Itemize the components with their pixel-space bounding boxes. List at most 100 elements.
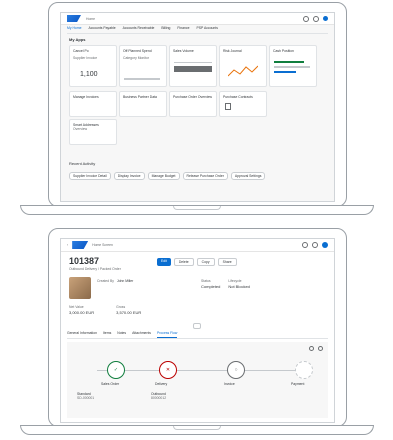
flow-connector-line [97,370,298,371]
flow-node-label: Payment [291,382,305,386]
amount-label: Net Value [69,305,84,309]
recent-chip[interactable]: Manage Budget [147,172,180,180]
shell-bar: ‹ Home Screen [61,239,334,252]
amount-block: Net Value 3,000.00 EUR Gross 3,570.00 EU… [69,305,141,315]
back-icon[interactable]: ‹ [67,243,68,247]
tile-title: Cancel Po [73,49,89,53]
tile-purchase-contracts[interactable]: Purchase Contracts [219,91,267,117]
zoom-in-icon[interactable] [309,346,314,351]
tab-finance[interactable]: Finance [177,26,189,33]
recent-title: Recent Activity [69,161,96,166]
copy-button[interactable]: Copy [196,258,215,266]
launchpad-screen: Home My Home Accounts Payable Accounts R… [60,12,335,202]
section-title: My Apps [69,37,86,42]
avatar[interactable] [322,242,328,248]
lifecycle-value: Not Blocked [228,284,250,289]
tile-off-planned-spend[interactable]: Off Planned Spend Category Monitor [119,45,167,87]
tile-bullet-gray [274,66,310,68]
tile-cancel-po[interactable]: Cancel Po Supplier Invoice 1,100 [69,45,117,87]
recent-chip[interactable]: Approval Settings [230,172,266,180]
flow-node-neutral[interactable]: ○ [227,361,245,379]
tile-value: 1,100 [80,71,98,78]
laptop-base [20,205,374,215]
object-id: 101387 [69,256,100,266]
avatar[interactable] [323,16,328,21]
fact-label: Created By [97,279,114,283]
shell-title: Home [86,16,96,21]
tab-accounts-receivable[interactable]: Accounts Receivable [123,26,155,33]
tile-bar-chart [174,66,212,72]
tile-title: Purchase Contracts [223,95,253,99]
tab-accounts-payable[interactable]: Accounts Payable [89,26,116,33]
tab-general-information[interactable]: General Information [67,331,97,338]
tile-sales-volume[interactable]: Sales Volume [169,45,217,87]
flow-document[interactable]: Standard SD-000001 [77,392,94,400]
tile-purchase-order-overview[interactable]: Purchase Order Overview [169,91,217,117]
flow-node-label: Sales Order [101,382,120,386]
flow-document-sub: 80000012 [151,396,167,400]
bell-icon[interactable] [312,242,318,248]
fact-value: John Miller [116,279,134,283]
flow-document[interactable]: Outbound 80000012 [151,392,166,400]
amount-value: 3,570.00 EUR [116,310,142,315]
recent-chip[interactable]: Display Invoice [113,172,145,180]
fact-label: Lifecycle [228,279,242,283]
share-button[interactable]: Share [217,258,237,266]
nav-tabs: My Home Accounts Payable Accounts Receiv… [67,26,328,34]
sap-logo[interactable] [67,15,81,22]
tile-bullet-green [274,61,304,63]
tile-title: Business Partner Data [123,95,157,99]
tab-items[interactable]: Items [103,331,111,338]
tab-attachments[interactable]: Attachments [132,331,151,338]
delete-button[interactable]: Delete [173,258,194,266]
tile-manage-invoices[interactable]: Manage Invoices [69,91,117,117]
object-image [69,277,91,299]
tile-smart-addresses[interactable]: Smart Addresses Overview [69,119,117,145]
tab-process-flow[interactable]: Process Flow [156,331,178,338]
process-flow-panel: ✓ Sales Order ✕ Delivery ○ Invoice Payme… [67,342,328,418]
tile-business-partner-data[interactable]: Business Partner Data [119,91,167,117]
document-icon [225,103,231,110]
laptop-base [20,425,374,435]
amount-value: 3,000.00 EUR [69,310,95,315]
flow-node-label: Delivery [155,382,168,386]
flow-node-pending[interactable] [295,361,313,379]
shell-bar: Home [61,13,334,25]
tile-chart-divider [174,62,212,63]
bell-icon[interactable] [313,15,319,22]
tile-title: Purchase Order Overview [173,95,213,99]
edit-button[interactable]: Edit [157,258,171,266]
flow-node-error[interactable]: ✕ [159,361,177,379]
zoom-out-icon[interactable] [318,346,323,351]
sap-logo[interactable] [72,241,89,249]
laptop-notch [173,206,221,210]
search-icon[interactable] [303,15,309,22]
tile-title: Sales Volume [173,49,194,53]
tab-my-home[interactable]: My Home [67,26,82,33]
recent-chip[interactable]: Release Purchase Order [182,172,228,180]
tab-billing[interactable]: Billing [161,26,170,33]
section-tabs: General Information Items Notes Attachme… [67,331,328,339]
tile-cash-position[interactable]: Cash Position [269,45,317,87]
tile-risk-journal[interactable]: Risk Journal [219,45,267,87]
tab-psp-accounts[interactable]: PSP Accounts [196,26,217,33]
tile-title: Manage Invoices [73,95,99,99]
collapse-handle-icon[interactable] [193,323,201,329]
status-value: Completed [201,284,221,289]
laptop-top: Home My Home Accounts Payable Accounts R… [0,0,393,220]
search-icon[interactable] [302,242,308,248]
tile-subtitle: Supplier Invoice [73,56,98,60]
object-subtitle: Outbound Delivery / Packed Order [69,267,121,271]
tile-subtitle: Category Monitor [123,56,150,60]
tile-bullet-blue [274,71,296,73]
recent-chip[interactable]: Supplier Invoice Detail [69,172,111,180]
object-page-screen: ‹ Home Screen 101387 Outbound Delivery /… [60,238,335,423]
laptop-notch [173,426,221,430]
tab-notes[interactable]: Notes [117,331,126,338]
tile-title: Off Planned Spend [123,49,152,53]
laptop-bottom: ‹ Home Screen 101387 Outbound Delivery /… [0,226,393,440]
status-block: Status Completed Lifecycle Not Blocked [201,279,250,289]
flow-node-label: Invoice [224,382,235,386]
flow-node-ok[interactable]: ✓ [107,361,125,379]
facts-block: Created By John Miller [97,279,133,283]
